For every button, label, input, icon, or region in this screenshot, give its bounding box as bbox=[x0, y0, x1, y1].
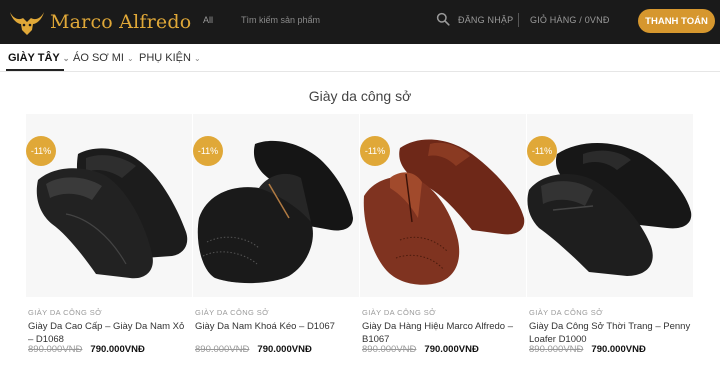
chevron-down-icon: ⌄ bbox=[62, 53, 70, 63]
chevron-down-icon: ⌄ bbox=[127, 53, 134, 63]
product-image[interactable]: -11% bbox=[360, 114, 526, 297]
site-header: Marco Alfredo All Tìm kiếm sản phẩm ĐĂNG… bbox=[0, 0, 720, 44]
product-name[interactable]: Giày Da Nam Khoá Kéo – D1067 bbox=[195, 320, 359, 333]
sale-price: 790.000VNĐ bbox=[591, 344, 646, 355]
section-title: Giày da công sở bbox=[308, 88, 412, 104]
sale-price: 790.000VNĐ bbox=[257, 344, 312, 355]
discount-badge: -11% bbox=[527, 136, 557, 166]
product-image[interactable]: -11% bbox=[527, 114, 693, 297]
bull-logo-icon bbox=[10, 12, 44, 35]
sale-price: 790.000VNĐ bbox=[90, 344, 145, 355]
product-card[interactable]: -11% GIÀY DA CÔNG SỞ Giày Da Hàng Hiệu M… bbox=[360, 114, 526, 374]
product-category[interactable]: GIÀY DA CÔNG SỞ bbox=[529, 308, 603, 317]
product-image[interactable]: -11% bbox=[26, 114, 192, 297]
old-price: 890.000VNĐ bbox=[28, 344, 83, 355]
product-price: 890.000VNĐ 790.000VNĐ bbox=[362, 344, 479, 355]
login-link[interactable]: ĐĂNG NHẬP bbox=[458, 15, 513, 25]
nav-item-label: GIÀY TÂY bbox=[8, 52, 60, 64]
nav-item-label: PHỤ KIỆN bbox=[139, 52, 191, 64]
nav-item-ao-so-mi[interactable]: ÁO SƠ MI ⌄ bbox=[73, 52, 134, 64]
product-name[interactable]: Giày Da Công Sở Thời Trang – Penny Loafe… bbox=[529, 320, 693, 346]
chevron-down-icon: ⌄ bbox=[193, 53, 201, 63]
product-price: 890.000VNĐ 790.000VNĐ bbox=[28, 344, 145, 355]
old-price: 890.000VNĐ bbox=[529, 344, 584, 355]
old-price: 890.000VNĐ bbox=[195, 344, 250, 355]
product-card[interactable]: -11% GIÀY DA CÔNG SỞ Giày Da Nam Khoá Ké… bbox=[193, 114, 359, 374]
logo-text: Marco Alfredo bbox=[50, 11, 192, 33]
product-price: 890.000VNĐ 790.000VNĐ bbox=[195, 344, 312, 355]
product-price: 890.000VNĐ 790.000VNĐ bbox=[529, 344, 646, 355]
old-price: 890.000VNĐ bbox=[362, 344, 417, 355]
sale-price: 790.000VNĐ bbox=[424, 344, 479, 355]
product-category[interactable]: GIÀY DA CÔNG SỞ bbox=[195, 308, 269, 317]
product-card[interactable]: -11% GIÀY DA CÔNG SỞ Giày Da Cao Cấp – G… bbox=[26, 114, 192, 374]
nav-item-phu-kien[interactable]: PHỤ KIỆN ⌄ bbox=[139, 52, 201, 64]
product-image[interactable]: -11% bbox=[193, 114, 359, 297]
active-nav-indicator bbox=[6, 69, 64, 71]
search-input[interactable]: Tìm kiếm sản phẩm bbox=[241, 15, 320, 25]
header-divider bbox=[518, 13, 519, 27]
cart-link[interactable]: GIỎ HÀNG / 0VNĐ bbox=[530, 15, 610, 25]
site-logo[interactable]: Marco Alfredo bbox=[6, 6, 191, 38]
nav-item-label: ÁO SƠ MI bbox=[73, 52, 124, 64]
main-nav: GIÀY TÂY ⌄ ÁO SƠ MI ⌄ PHỤ KIỆN ⌄ bbox=[0, 44, 720, 72]
product-name[interactable]: Giày Da Hàng Hiệu Marco Alfredo – B1067 bbox=[362, 320, 526, 346]
discount-badge: -11% bbox=[360, 136, 390, 166]
discount-badge: -11% bbox=[193, 136, 223, 166]
search-icon[interactable] bbox=[436, 12, 450, 26]
product-name[interactable]: Giày Da Cao Cấp – Giày Da Nam Xỏ – D1068 bbox=[28, 320, 192, 346]
discount-badge: -11% bbox=[26, 136, 56, 166]
product-category[interactable]: GIÀY DA CÔNG SỞ bbox=[28, 308, 102, 317]
checkout-button[interactable]: THANH TOÁN bbox=[638, 9, 715, 33]
product-card[interactable]: -11% GIÀY DA CÔNG SỞ Giày Da Công Sở Thờ… bbox=[527, 114, 693, 374]
nav-item-giay-tay[interactable]: GIÀY TÂY ⌄ bbox=[8, 52, 69, 64]
product-category[interactable]: GIÀY DA CÔNG SỞ bbox=[362, 308, 436, 317]
category-select[interactable]: All bbox=[203, 15, 213, 25]
